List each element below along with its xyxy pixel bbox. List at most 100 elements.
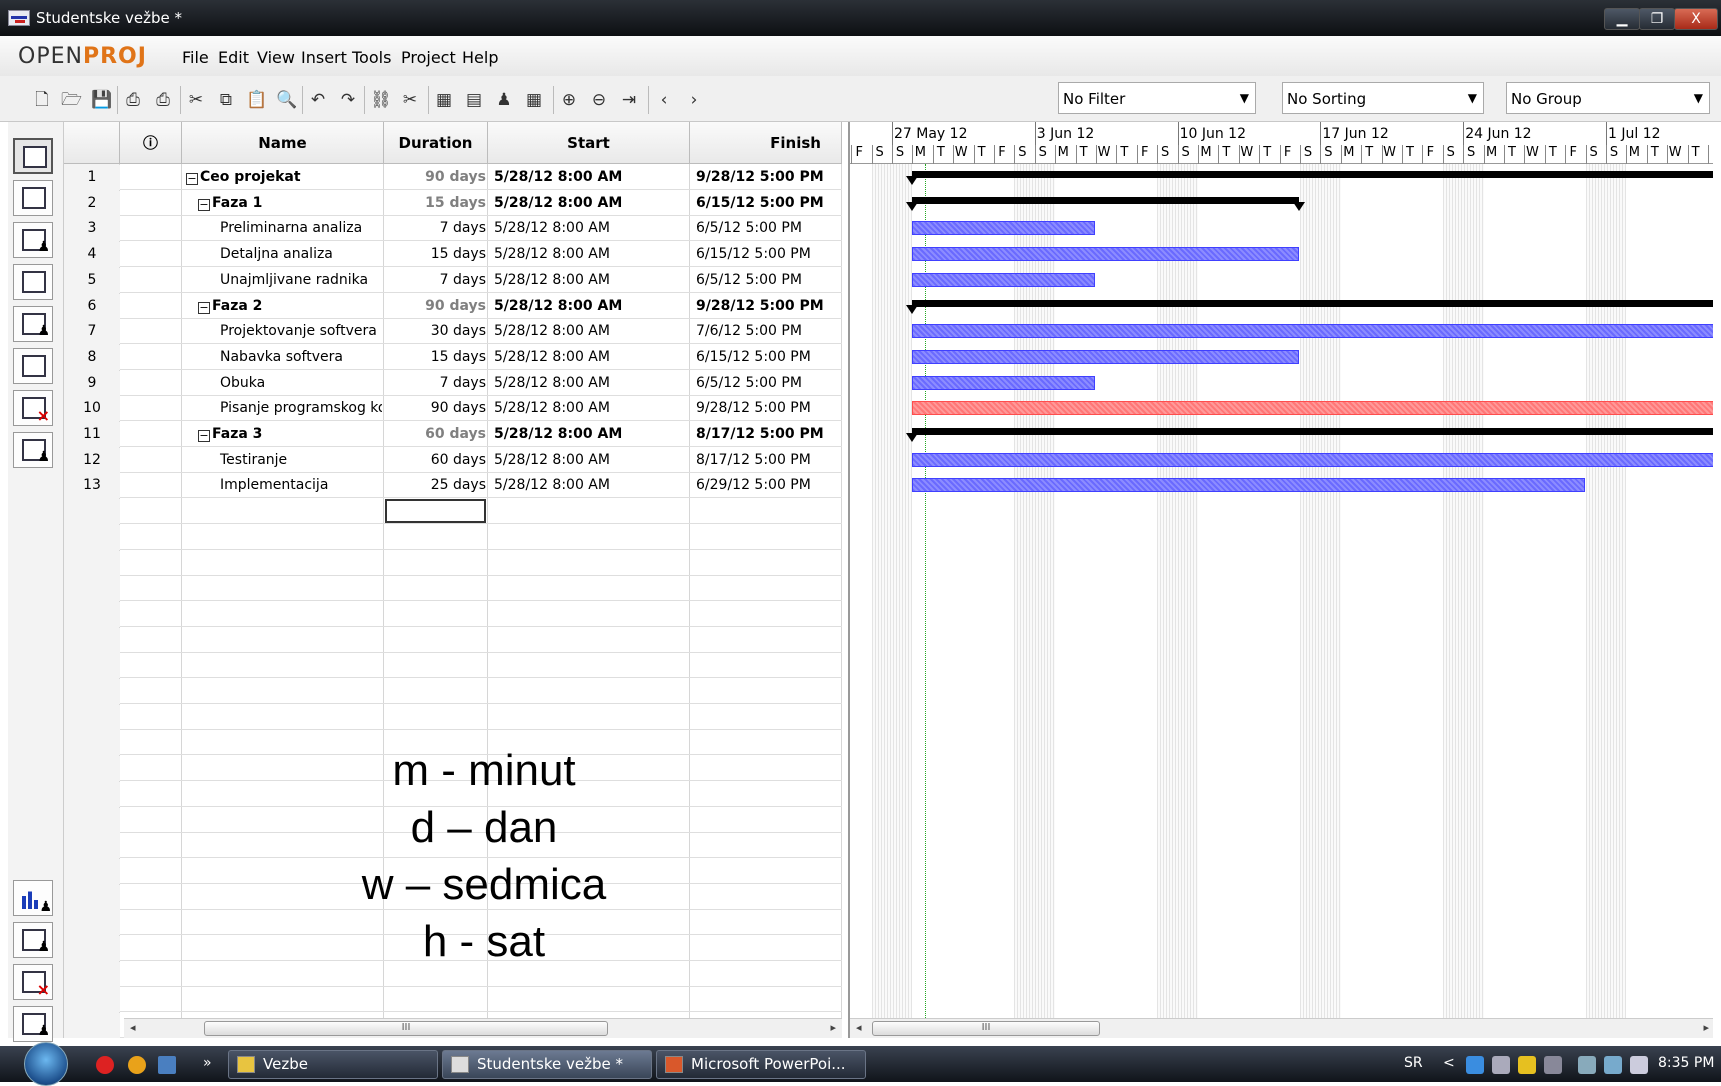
task-start[interactable]: 5/28/12 8:00 AM <box>492 345 688 370</box>
task-bar[interactable] <box>912 375 1095 390</box>
task-duration[interactable]: 15 days <box>386 191 486 216</box>
security-shield-icon[interactable] <box>1518 1056 1536 1074</box>
menu-view[interactable]: View <box>257 48 295 67</box>
task-finish[interactable]: 8/17/12 5:00 PM <box>694 448 840 473</box>
task-name[interactable]: Implementacija <box>186 473 382 498</box>
dropbox-icon[interactable] <box>1466 1056 1484 1074</box>
collapse-toggle-icon[interactable]: − <box>198 198 210 211</box>
column-header-duration[interactable]: Duration <box>384 122 488 164</box>
table-row[interactable] <box>64 524 842 550</box>
table-row[interactable]: 9 Obuka 7 days 5/28/12 8:00 AM 6/5/12 5:00 P… <box>64 370 842 396</box>
task-finish[interactable]: 6/15/12 5:00 PM <box>694 345 840 370</box>
column-header-finish[interactable]: Finish <box>690 122 842 164</box>
link-icon[interactable]: ⛓ <box>370 90 392 110</box>
task-finish[interactable]: 9/28/12 5:00 PM <box>694 294 840 319</box>
new-icon[interactable]: 🗋 <box>32 90 52 110</box>
histogram-view-button[interactable] <box>13 880 53 916</box>
filter-select[interactable]: No Filter ▼ <box>1058 82 1256 114</box>
print-preview-icon[interactable]: ⎙ <box>153 90 173 110</box>
zoom-in-icon[interactable]: ⊕ <box>559 90 579 110</box>
table-row[interactable]: 8 Nabavka softvera 15 days 5/28/12 8:00 AM 6… <box>64 344 842 370</box>
summary-bar[interactable] <box>906 196 1305 211</box>
cut-icon[interactable]: ✂ <box>186 90 206 110</box>
scroll-thumb[interactable]: III <box>872 1021 1100 1036</box>
tray-expand-icon[interactable]: < <box>1443 1055 1455 1071</box>
selected-cell[interactable] <box>385 499 486 523</box>
task-name[interactable]: Obuka <box>186 371 382 396</box>
summary-bar[interactable] <box>906 428 1713 442</box>
task-name[interactable]: Projektovanje softvera <box>186 319 382 344</box>
task-name[interactable]: Preliminarna analiza <box>186 216 382 241</box>
task-finish[interactable]: 6/5/12 5:00 PM <box>694 268 840 293</box>
gantt-view-button[interactable] <box>13 138 53 174</box>
task-start[interactable]: 5/28/12 8:00 AM <box>492 473 688 498</box>
task-info-icon[interactable]: ▦ <box>434 90 454 110</box>
table-row[interactable] <box>64 653 842 679</box>
task-bar[interactable] <box>912 221 1095 236</box>
charts-view-button[interactable] <box>13 922 53 958</box>
redo-icon[interactable]: ↷ <box>338 90 358 110</box>
task-usage-detail-button[interactable] <box>13 964 53 1000</box>
task-name[interactable]: − Faza 2 <box>186 294 382 319</box>
task-name[interactable]: Pisanje programskog koda <box>186 396 382 421</box>
resource-usage-view-button[interactable] <box>13 432 53 468</box>
task-start[interactable]: 5/28/12 8:00 AM <box>492 191 688 216</box>
sorting-select[interactable]: No Sorting ▼ <box>1282 82 1484 114</box>
task-name[interactable]: − Faza 1 <box>186 191 382 216</box>
task-name[interactable]: Detaljna analiza <box>186 242 382 267</box>
taskbar-item-vezbe[interactable]: Vezbe <box>228 1050 438 1079</box>
task-duration[interactable]: 60 days <box>386 448 486 473</box>
table-row[interactable]: 5 Unajmljivane radnika 7 days 5/28/12 8:00 … <box>64 267 842 293</box>
task-finish[interactable]: 6/5/12 5:00 PM <box>694 216 840 241</box>
menu-file[interactable]: File <box>182 48 209 67</box>
network-view-button[interactable] <box>13 180 53 216</box>
task-finish[interactable]: 8/17/12 5:00 PM <box>694 422 840 447</box>
task-duration[interactable]: 90 days <box>386 294 486 319</box>
table-row[interactable] <box>64 987 842 1013</box>
reports-view-button[interactable] <box>13 348 53 384</box>
table-row[interactable] <box>64 704 842 730</box>
resources-view-button[interactable] <box>13 222 53 258</box>
menu-insert[interactable]: Insert <box>301 48 347 67</box>
task-start[interactable]: 5/28/12 8:00 AM <box>492 396 688 421</box>
group-select[interactable]: No Group ▼ <box>1506 82 1710 114</box>
table-row[interactable]: 1− Ceo projekat 90 days 5/28/12 8:00 AM 9/28… <box>64 165 842 190</box>
task-start[interactable]: 5/28/12 8:00 AM <box>492 422 688 447</box>
gantt-horizontal-scrollbar[interactable]: ◂ III ▸ <box>850 1018 1713 1038</box>
calendar-icon[interactable]: ▦ <box>524 90 544 110</box>
power-icon[interactable] <box>1578 1056 1596 1074</box>
task-bar[interactable] <box>912 349 1299 364</box>
forward-icon[interactable]: › <box>684 90 704 110</box>
wbs-view-button[interactable] <box>13 264 53 300</box>
volume-icon[interactable] <box>1630 1056 1648 1074</box>
task-bar[interactable] <box>912 478 1585 493</box>
critical-task-bar[interactable] <box>912 401 1713 416</box>
open-icon[interactable]: 🗁 <box>61 90 82 110</box>
table-row[interactable]: 11− Faza 3 60 days 5/28/12 8:00 AM 8/17/12 5… <box>64 422 842 447</box>
menu-edit[interactable]: Edit <box>218 48 249 67</box>
task-duration[interactable]: 30 days <box>386 319 486 344</box>
language-indicator[interactable]: SR <box>1404 1055 1423 1071</box>
task-name[interactable]: − Faza 3 <box>186 422 382 447</box>
table-row[interactable] <box>64 627 842 653</box>
table-horizontal-scrollbar[interactable]: ◂ III ▸ <box>124 1018 842 1038</box>
show-desktop-icon[interactable] <box>158 1056 176 1074</box>
task-start[interactable]: 5/28/12 8:00 AM <box>492 242 688 267</box>
scroll-left-icon[interactable]: ◂ <box>856 1021 862 1034</box>
table-row[interactable]: 4 Detaljna analiza 15 days 5/28/12 8:00 AM 6… <box>64 242 842 268</box>
scroll-thumb[interactable]: III <box>204 1021 608 1036</box>
task-bar[interactable] <box>912 452 1713 467</box>
task-start[interactable]: 5/28/12 8:00 AM <box>492 294 688 319</box>
taskbar-item-openproj[interactable]: Studentske vežbe * <box>442 1050 652 1079</box>
close-button[interactable]: X <box>1674 8 1718 30</box>
unlink-icon[interactable]: ✂ <box>400 90 420 110</box>
task-usage-view-button[interactable] <box>13 390 53 426</box>
task-name[interactable]: Unajmljivane radnika <box>186 268 382 293</box>
summary-bar[interactable] <box>906 299 1713 314</box>
table-row[interactable] <box>64 550 842 576</box>
column-header-start[interactable]: Start <box>488 122 690 164</box>
task-duration[interactable]: 60 days <box>386 422 486 447</box>
task-finish[interactable]: 6/15/12 5:00 PM <box>694 191 840 216</box>
collapse-toggle-icon[interactable]: − <box>198 301 210 314</box>
table-row[interactable] <box>64 679 842 704</box>
